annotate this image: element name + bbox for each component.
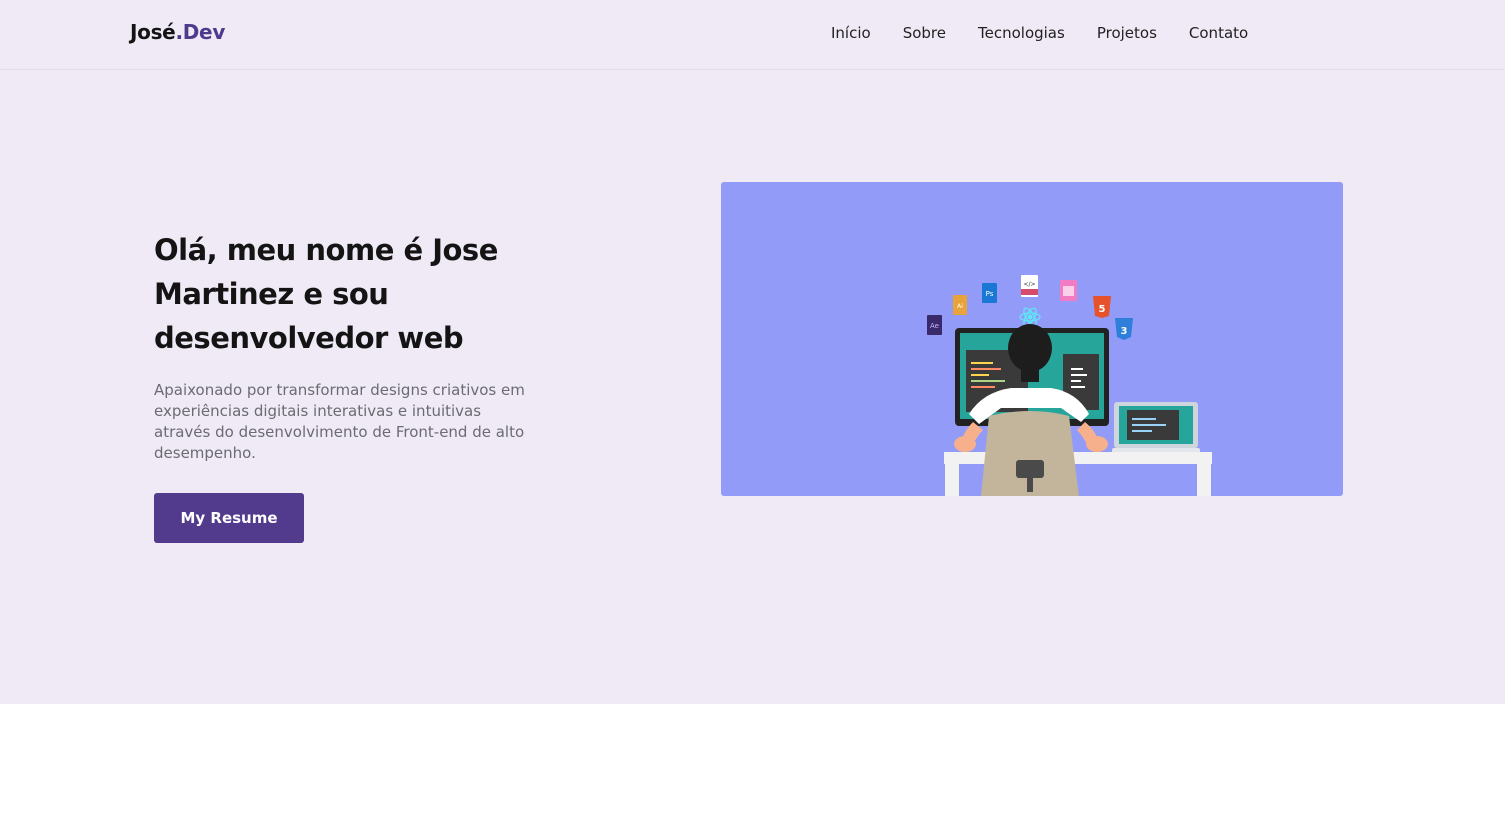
hero-description: Apaixonado por transformar designs criat…: [154, 381, 525, 462]
svg-text:5: 5: [1099, 304, 1106, 315]
image-file-icon: [1060, 280, 1077, 301]
svg-text:3: 3: [1121, 326, 1128, 337]
laptop: [1112, 402, 1200, 453]
svg-text:Ai: Ai: [957, 303, 963, 310]
svg-text:</>: </>: [1023, 281, 1035, 288]
site-logo[interactable]: José.Dev: [130, 20, 225, 44]
nav-menu: Início Sobre Tecnologias Projetos Contat…: [831, 24, 1280, 42]
logo-accent: .Dev: [175, 20, 226, 44]
nav-link-inicio[interactable]: Início: [831, 24, 871, 42]
html5-icon: 5: [1093, 296, 1111, 318]
logo-name: José: [130, 20, 176, 44]
nav-link-sobre[interactable]: Sobre: [903, 24, 946, 42]
hero-illustration: Ae Ai Ps </> 5 3: [721, 182, 1343, 496]
developer-illustration: Ae Ai Ps </> 5 3: [927, 275, 1212, 496]
svg-text:Ps: Ps: [986, 290, 994, 298]
resume-button[interactable]: My Resume: [154, 493, 304, 543]
nav-link-projetos[interactable]: Projetos: [1097, 24, 1157, 42]
navbar: José.Dev Início Sobre Tecnologias Projet…: [0, 0, 1505, 70]
after-effects-icon: Ae: [927, 315, 942, 335]
code-file-icon: </>: [1021, 275, 1038, 297]
css3-icon: 3: [1115, 318, 1133, 340]
nav-link-tecnologias[interactable]: Tecnologias: [978, 24, 1065, 42]
nav-link-contato[interactable]: Contato: [1189, 24, 1248, 42]
illustrator-icon: Ai: [953, 295, 967, 315]
hero-title: Olá, meu nome é Jose Martinez e sou dese…: [154, 233, 498, 355]
hero-text: Olá, meu nome é Jose Martinez e sou dese…: [154, 228, 574, 464]
photoshop-icon: Ps: [982, 283, 997, 303]
svg-text:Ae: Ae: [930, 322, 939, 330]
